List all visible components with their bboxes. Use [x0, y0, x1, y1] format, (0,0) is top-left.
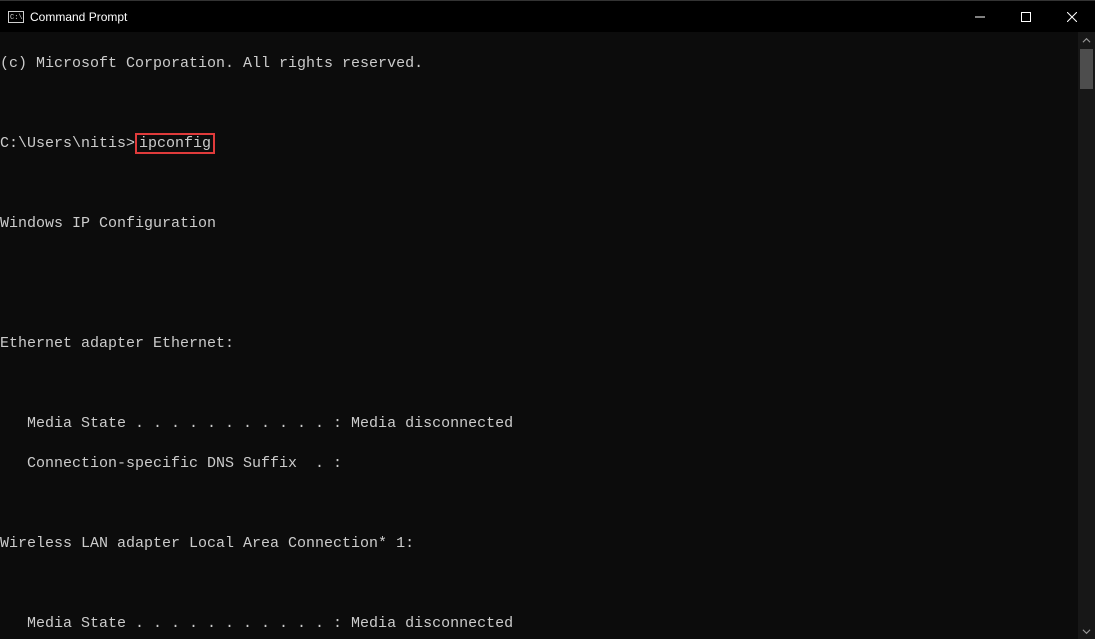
- minimize-button[interactable]: [957, 1, 1003, 32]
- window-title: Command Prompt: [30, 10, 127, 24]
- blank-line: [0, 294, 1078, 314]
- titlebar-left: C:\ Command Prompt: [0, 9, 127, 25]
- content-wrap: (c) Microsoft Corporation. All rights re…: [0, 32, 1095, 639]
- adapter-ethernet-name: Ethernet adapter Ethernet:: [0, 334, 1078, 354]
- close-button[interactable]: [1049, 1, 1095, 32]
- prompt-path: C:\Users\nitis>: [0, 135, 135, 152]
- titlebar-controls: [957, 1, 1095, 32]
- blank-line: [0, 174, 1078, 194]
- titlebar[interactable]: C:\ Command Prompt: [0, 1, 1095, 32]
- scroll-down-button[interactable]: [1078, 623, 1095, 639]
- scroll-up-button[interactable]: [1078, 32, 1095, 49]
- scroll-track[interactable]: [1078, 49, 1095, 623]
- command-prompt-window: C:\ Command Prompt (c) Microsoft Corpora…: [0, 0, 1095, 639]
- blank-line: [0, 94, 1078, 114]
- adapter-wlan1-name: Wireless LAN adapter Local Area Connecti…: [0, 534, 1078, 554]
- terminal-output[interactable]: (c) Microsoft Corporation. All rights re…: [0, 32, 1078, 639]
- adapter-ethernet-media: Media State . . . . . . . . . . . : Medi…: [0, 414, 1078, 434]
- adapter-ethernet-dns: Connection-specific DNS Suffix . :: [0, 454, 1078, 474]
- adapter-wlan1-media: Media State . . . . . . . . . . . : Medi…: [0, 614, 1078, 634]
- cmd-icon: C:\: [8, 9, 24, 25]
- scroll-thumb[interactable]: [1080, 49, 1093, 89]
- svg-text:C:\: C:\: [10, 14, 23, 22]
- maximize-button[interactable]: [1003, 1, 1049, 32]
- prompt-line-1: C:\Users\nitis>ipconfig: [0, 134, 1078, 154]
- copyright-line: (c) Microsoft Corporation. All rights re…: [0, 54, 1078, 74]
- ipconfig-header: Windows IP Configuration: [0, 214, 1078, 234]
- blank-line: [0, 574, 1078, 594]
- highlighted-command: ipconfig: [135, 133, 215, 154]
- blank-line: [0, 374, 1078, 394]
- blank-line: [0, 254, 1078, 274]
- blank-line: [0, 494, 1078, 514]
- vertical-scrollbar[interactable]: [1078, 32, 1095, 639]
